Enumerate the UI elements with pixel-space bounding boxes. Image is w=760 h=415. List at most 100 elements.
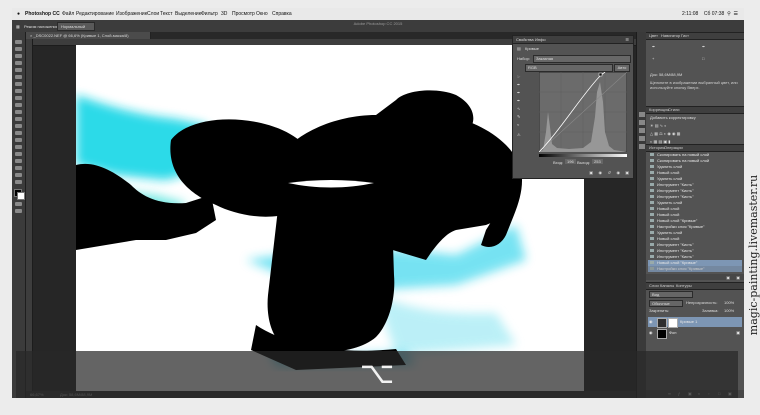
apple-icon[interactable]: ● xyxy=(17,11,20,17)
clip-to-layer-icon[interactable]: ▣ xyxy=(589,170,593,175)
menu-filter[interactable]: Фильтр xyxy=(201,11,218,17)
menu-help[interactable]: Справка xyxy=(272,11,292,17)
trash-icon[interactable]: ▣ xyxy=(736,275,740,280)
opacity-value[interactable]: 100% xyxy=(724,300,734,305)
history-item[interactable]: Настройки слоя "Кривые" xyxy=(648,266,742,272)
marquee-tool-icon[interactable] xyxy=(15,47,22,51)
fill-value[interactable]: 100% xyxy=(724,308,734,313)
curves-icon[interactable]: ∿ xyxy=(660,123,663,128)
document-canvas[interactable] xyxy=(76,45,584,391)
black-white-icon[interactable]: ◐ xyxy=(664,131,666,136)
tab-layers[interactable]: Слои xyxy=(649,283,659,289)
eye-icon[interactable]: ◉ xyxy=(649,328,653,338)
target-adjust-icon[interactable]: ☞ xyxy=(517,74,521,79)
dodge-tool-icon[interactable] xyxy=(15,131,22,135)
tab-paths[interactable]: Контуры xyxy=(676,283,692,289)
pencil-tool-icon[interactable]: ✎ xyxy=(517,114,520,119)
vibrance-icon[interactable]: △ xyxy=(650,131,653,136)
eyedropper-tool-icon[interactable] xyxy=(15,75,22,79)
document-tab[interactable]: × _DSC0022.NEF @ 66,6% (Кривые 1, Слой-м… xyxy=(26,32,151,39)
eye-icon[interactable]: ◉ xyxy=(649,317,653,327)
path-select-tool-icon[interactable] xyxy=(15,152,22,156)
menu-app[interactable]: Photoshop CC xyxy=(25,11,60,17)
tab-properties[interactable]: Свойства xyxy=(516,37,534,42)
character-panel-icon[interactable] xyxy=(639,136,645,141)
menu-file[interactable]: Файл xyxy=(62,11,74,17)
menu-layers[interactable]: Слои xyxy=(147,11,159,17)
tab-color[interactable]: Цвет xyxy=(649,33,658,39)
tab-history[interactable]: История xyxy=(649,145,665,151)
background-color-swatch[interactable] xyxy=(17,192,25,200)
view-previous-icon[interactable]: ◉ xyxy=(599,170,603,175)
layer-filter-kind[interactable]: Вид xyxy=(649,291,693,298)
color-balance-icon[interactable]: ⚖ xyxy=(659,131,663,136)
gradient-tool-icon[interactable] xyxy=(15,117,22,121)
tab-info[interactable]: Инфо xyxy=(535,37,546,42)
pen-tool-icon[interactable] xyxy=(15,138,22,142)
zoom-tool-icon[interactable] xyxy=(15,173,22,177)
reset-icon[interactable]: ↺ xyxy=(608,170,611,175)
quick-select-tool-icon[interactable] xyxy=(15,61,22,65)
shape-tool-icon[interactable] xyxy=(15,159,22,163)
color-lookup-icon[interactable]: ▦ xyxy=(677,131,681,136)
paragraph-panel-icon[interactable] xyxy=(639,144,645,149)
preset-select[interactable]: Заказная xyxy=(533,55,631,63)
tab-actions[interactable]: Операции xyxy=(664,145,683,151)
more-tools-icon[interactable] xyxy=(15,180,22,184)
menu-view[interactable]: Просмотр xyxy=(232,11,255,17)
menu-list-icon[interactable]: ☰ xyxy=(734,11,738,17)
panel-menu-icon[interactable]: ☰ xyxy=(625,37,629,42)
brush-tool-icon[interactable] xyxy=(15,89,22,93)
vertical-ruler[interactable] xyxy=(26,39,33,391)
tab-channels[interactable]: Каналы xyxy=(660,283,674,289)
black-point-eyedropper-icon[interactable]: ✒ xyxy=(517,82,520,87)
curves-graph[interactable] xyxy=(539,72,627,152)
visibility-icon[interactable]: ◉ xyxy=(617,170,621,175)
properties-panel-icon[interactable] xyxy=(639,120,645,125)
menu-edit[interactable]: Редактирование xyxy=(76,11,114,17)
new-snapshot-icon[interactable]: ▣ xyxy=(726,275,730,280)
layer-row[interactable]: ◉ Фон ▣ xyxy=(648,328,742,339)
layer-blend-mode[interactable]: Обычные xyxy=(649,300,683,307)
exposure-icon[interactable]: ◐ xyxy=(664,123,666,128)
auto-button[interactable]: Авто xyxy=(614,64,630,72)
menu-select[interactable]: Выделение xyxy=(175,11,202,17)
clock[interactable]: Сб 07:38 xyxy=(704,11,724,17)
levels-icon[interactable]: ▤ xyxy=(655,123,659,128)
tab-styles[interactable]: Стили xyxy=(668,107,680,113)
eraser-tool-icon[interactable] xyxy=(15,110,22,114)
tab-histogram[interactable]: Гист xyxy=(681,33,689,39)
channel-mixer-icon[interactable]: ◉ xyxy=(672,131,676,136)
clipping-warning-icon[interactable]: ⚠ xyxy=(517,132,521,137)
layer-row-selected[interactable]: ◉ Кривые 1 xyxy=(648,317,742,328)
brush-panel-icon[interactable] xyxy=(639,128,645,133)
tab-navigator[interactable]: Навигатор xyxy=(661,33,680,39)
input-value[interactable]: 196 xyxy=(565,159,576,164)
move-tool-icon[interactable] xyxy=(15,40,22,44)
history-brush-tool-icon[interactable] xyxy=(15,103,22,107)
lasso-tool-icon[interactable] xyxy=(15,54,22,58)
hue-saturation-icon[interactable]: ▦ xyxy=(654,131,658,136)
brightness-icon[interactable]: ☀ xyxy=(650,123,654,128)
trash-icon[interactable]: ▣ xyxy=(625,170,629,175)
blur-tool-icon[interactable] xyxy=(15,124,22,128)
channel-select[interactable]: RGB xyxy=(525,64,613,72)
menu-window[interactable]: Окно xyxy=(256,11,268,17)
white-point-eyedropper-icon[interactable]: ✒ xyxy=(517,98,520,103)
search-icon[interactable]: ⚲ xyxy=(727,11,731,17)
menu-image[interactable]: Изображение xyxy=(116,11,148,17)
output-value[interactable]: 253 xyxy=(592,159,603,164)
gray-point-eyedropper-icon[interactable]: ✒ xyxy=(517,90,520,95)
menu-text[interactable]: Текст xyxy=(160,11,173,17)
crop-tool-icon[interactable] xyxy=(15,68,22,72)
curve-point-tool-icon[interactable]: ∿ xyxy=(517,106,520,111)
screen-mode-icon[interactable] xyxy=(15,209,22,213)
menu-3d[interactable]: 3D xyxy=(221,11,227,17)
healing-tool-icon[interactable] xyxy=(15,82,22,86)
blend-mode-select[interactable]: Нормальный xyxy=(57,22,95,31)
smooth-icon[interactable]: ≈ xyxy=(517,122,519,127)
stamp-tool-icon[interactable] xyxy=(15,96,22,100)
type-tool-icon[interactable] xyxy=(15,145,22,149)
photo-filter-icon[interactable]: ◉ xyxy=(667,131,671,136)
close-icon[interactable]: × xyxy=(30,33,32,38)
